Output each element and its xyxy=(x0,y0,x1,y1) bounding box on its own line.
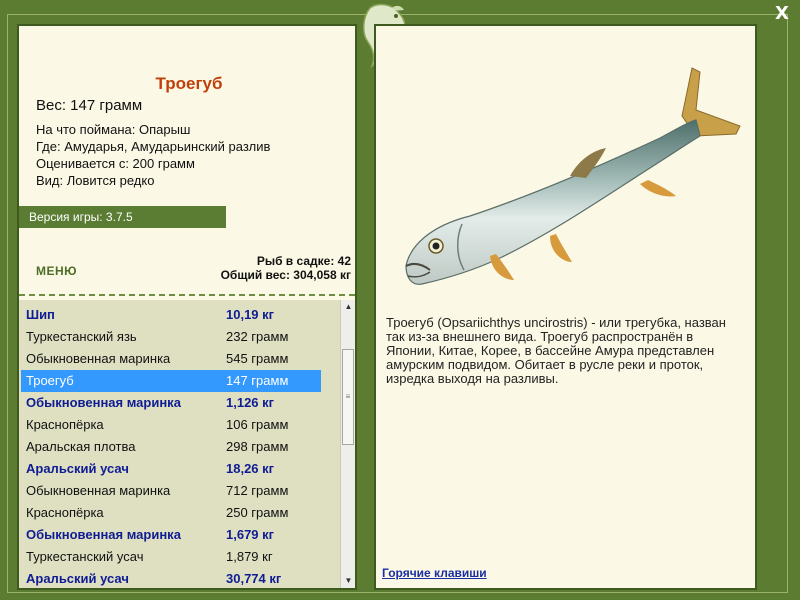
catch-list-row[interactable]: Обыкновенная маринка 545 грамм xyxy=(21,348,321,370)
catch-fish-name: Туркестанский усач xyxy=(26,549,144,564)
catch-fish-weight: 250 грамм xyxy=(226,505,289,520)
fish-valued-from: Оценивается с: 200 грамм xyxy=(36,156,195,171)
catch-list-row[interactable]: Туркестанский усач 1,879 кг xyxy=(21,546,321,568)
catch-fish-weight: 545 грамм xyxy=(226,351,289,366)
fish-bait: На что поймана: Опарыш xyxy=(36,122,191,137)
catch-list: ▲ ≡ ▼ Шип 10,19 кг Туркестанский язь 232 гр… xyxy=(19,300,355,588)
catch-fish-name: Аральская плотва xyxy=(26,439,136,454)
catch-fish-name: Обыкновенная маринка xyxy=(26,395,181,410)
catch-fish-name: Шип xyxy=(26,307,55,322)
catch-fish-weight: 147 грамм xyxy=(226,373,289,388)
catch-fish-name: Аральский усач xyxy=(26,571,129,586)
catch-fish-weight: 106 грамм xyxy=(226,417,289,432)
catch-fish-name: Обыкновенная маринка xyxy=(26,527,181,542)
catch-fish-weight: 1,679 кг xyxy=(226,527,275,542)
catch-list-row[interactable]: Шип 10,19 кг xyxy=(21,304,321,326)
fish-rarity: Вид: Ловится редко xyxy=(36,173,155,188)
catch-fish-name: Туркестанский язь xyxy=(26,329,137,344)
catch-fish-name: Троегуб xyxy=(26,373,74,388)
catch-list-row[interactable]: Обыкновенная маринка 1,679 кг xyxy=(21,524,321,546)
catch-fish-weight: 232 грамм xyxy=(226,329,289,344)
fish-detail-panel: Троегуб (Opsariichthys uncirostris) - ил… xyxy=(374,24,757,590)
scroll-thumb[interactable]: ≡ xyxy=(342,349,354,445)
fish-info-panel: Троегуб Вес: 147 грамм На что поймана: О… xyxy=(17,24,357,590)
catch-list-row[interactable]: Аральский усач 18,26 кг xyxy=(21,458,321,480)
catch-list-row[interactable]: Обыкновенная маринка 712 грамм xyxy=(21,480,321,502)
catch-fish-weight: 18,26 кг xyxy=(226,461,275,476)
catch-fish-name: Краснопёрка xyxy=(26,417,104,432)
catch-fish-weight: 1,879 кг xyxy=(226,549,273,564)
menu-button[interactable]: МЕНЮ xyxy=(36,264,77,278)
catch-list-row[interactable]: Краснопёрка 250 грамм xyxy=(21,502,321,524)
hotkeys-link[interactable]: Горячие клавиши xyxy=(382,566,487,580)
catch-fish-weight: 712 грамм xyxy=(226,483,289,498)
catch-list-row[interactable]: Аральская плотва 298 грамм xyxy=(21,436,321,458)
catch-fish-weight: 30,774 кг xyxy=(226,571,282,586)
scroll-down-arrow-icon[interactable]: ▼ xyxy=(341,574,355,588)
cage-stats: Рыб в садке: 42 Общий вес: 304,058 кг xyxy=(221,254,351,282)
scroll-grip-icon: ≡ xyxy=(345,392,351,401)
catch-list-row[interactable]: Краснопёрка 106 грамм xyxy=(21,414,321,436)
catch-list-row[interactable]: Обыкновенная маринка 1,126 кг xyxy=(21,392,321,414)
catch-list-row[interactable]: Туркестанский язь 232 грамм xyxy=(21,326,321,348)
fish-image xyxy=(405,67,741,285)
total-weight: Общий вес: 304,058 кг xyxy=(220,268,351,282)
scroll-up-arrow-icon[interactable]: ▲ xyxy=(341,300,355,314)
list-scrollbar[interactable]: ▲ ≡ ▼ xyxy=(340,300,355,588)
catch-list-row[interactable]: Троегуб 147 грамм xyxy=(21,370,321,392)
close-button[interactable]: X xyxy=(771,3,793,25)
catch-fish-name: Аральский усач xyxy=(26,461,129,476)
fish-location: Где: Амударья, Амударьинский разлив xyxy=(36,139,271,154)
fish-title: Троегуб xyxy=(155,74,223,93)
fish-weight: Вес: 147 грамм xyxy=(36,97,143,114)
catch-fish-name: Обыкновенная маринка xyxy=(26,483,171,498)
catch-list-row[interactable]: Аральский усач 30,774 кг xyxy=(21,568,321,588)
divider xyxy=(19,294,355,296)
catch-fish-weight: 1,126 кг xyxy=(226,395,275,410)
catch-fish-weight: 10,19 кг xyxy=(226,307,275,322)
catch-fish-weight: 298 грамм xyxy=(226,439,289,454)
catch-fish-name: Обыкновенная маринка xyxy=(26,351,171,366)
fish-count: Рыб в садке: 42 xyxy=(256,254,351,268)
game-version: Версия игры: 3.7.5 xyxy=(19,206,226,228)
fish-description: Троегуб (Opsariichthys uncirostris) - ил… xyxy=(386,315,726,386)
catch-fish-name: Краснопёрка xyxy=(26,505,104,520)
